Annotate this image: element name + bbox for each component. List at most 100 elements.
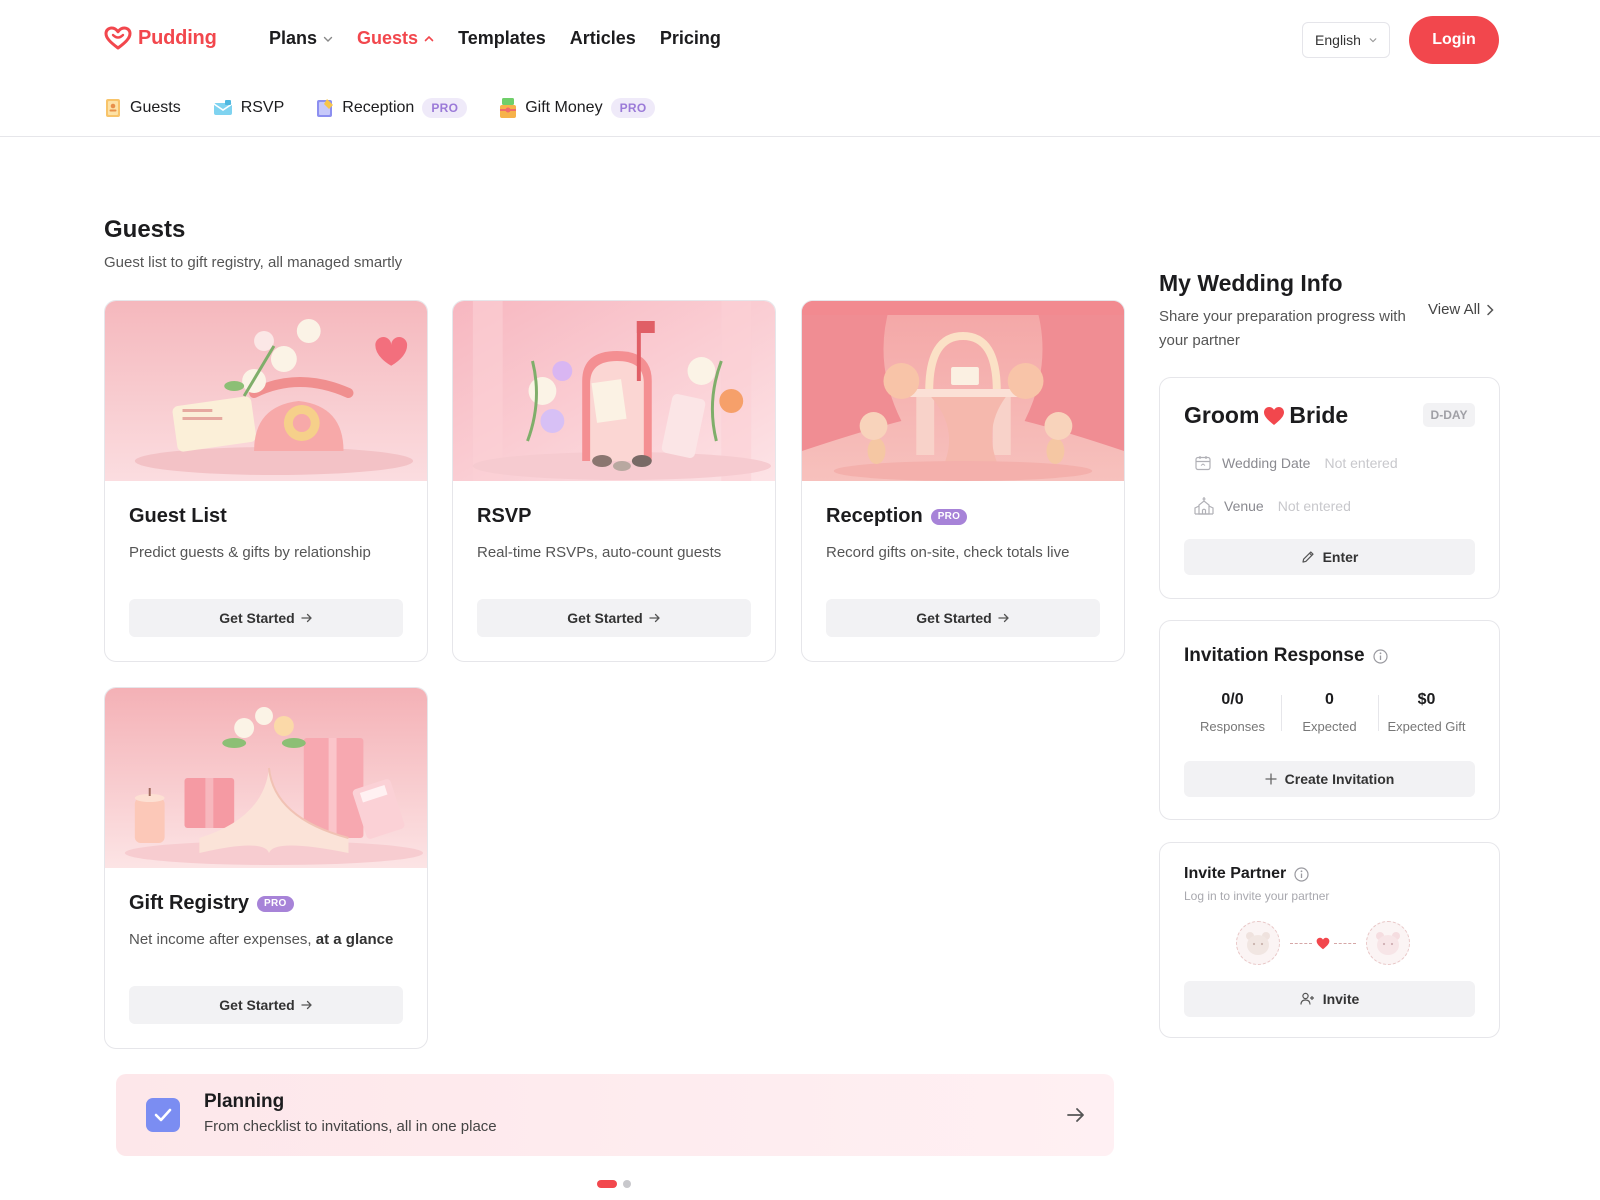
bear-face-icon [1376,932,1400,955]
subnav-item-gift-money[interactable]: Gift Money PRO [499,97,656,119]
invite-partner-panel: Invite Partner Log in to invite your par… [1159,842,1500,1038]
card-title: Guest List [129,505,403,528]
carousel-dot[interactable] [623,1180,631,1188]
connector-line [1290,942,1312,944]
carousel-dot-active[interactable] [597,1180,617,1188]
nav-item-templates[interactable]: Templates [458,28,546,49]
get-started-button[interactable]: Get Started [826,599,1100,637]
bear-face-icon [1246,932,1270,955]
sub-navigation: Guests RSVP Reception PRO Gift Money PRO [104,94,656,122]
gift-money-icon [500,98,517,118]
nav-item-label: Templates [458,28,546,48]
subnav-item-label: Guests [130,99,181,116]
nav-item-label: Articles [569,28,636,48]
chevron-right-icon [1487,304,1494,315]
card-description: Net income after expenses, at a glance [129,931,403,948]
arrow-right-icon [1067,1108,1084,1122]
nav-item-pricing[interactable]: Pricing [660,28,721,49]
brand-name: Pudding [138,26,217,49]
wedding-date-value: Not entered [1324,455,1398,471]
button-label: Get Started [219,610,295,626]
subnav-item-label: Reception [342,99,415,116]
wedding-date-row: Wedding Date Not entered [1194,454,1398,472]
chevron-down-icon [1369,38,1377,43]
calendar-icon [1195,456,1211,471]
carousel-pagination [597,1180,631,1188]
get-started-button[interactable]: Get Started [129,599,403,637]
pencil-icon [1301,551,1314,563]
nav-item-label: Pricing [659,28,721,48]
rsvp-envelope-icon [213,100,233,115]
nav-item-plans[interactable]: Plans [269,28,333,49]
panel-title-text: Invitation Response [1184,645,1365,666]
stat-value: 0 [1325,691,1334,708]
banner-subtitle: From checklist to invitations, all in on… [204,1118,497,1135]
partner-connector [1290,937,1356,950]
card-title: RSVP [477,505,751,528]
stat-label: Responses [1199,719,1266,734]
view-all-link[interactable]: View All [1428,301,1494,318]
stat-value: $0 [1417,691,1436,708]
gift-registry-card[interactable]: Gift Registry PRO Net income after expen… [104,687,428,1049]
bride-label: Bride [1289,402,1349,428]
subnav-item-label: Gift Money [525,99,603,116]
nav-item-guests[interactable]: Guests [357,28,434,49]
plus-icon [1264,773,1277,785]
subnav-item-reception[interactable]: Reception PRO [316,98,468,118]
create-invitation-button[interactable]: Create Invitation [1184,761,1475,797]
venue-value: Not entered [1277,498,1351,514]
groom-avatar [1236,921,1280,965]
arrow-right-icon [301,613,312,623]
get-started-button[interactable]: Get Started [129,986,403,1024]
invite-button[interactable]: Invite [1184,981,1475,1017]
page-title: Guests [104,216,186,243]
rsvp-card[interactable]: RSVP Real-time RSVPs, auto-count guests … [452,300,776,662]
gift-registry-illustration [105,688,427,868]
get-started-button[interactable]: Get Started [477,599,751,637]
arrow-right-icon [649,613,660,623]
card-title: Reception PRO [826,505,1100,528]
reception-card[interactable]: Reception PRO Record gifts on-site, chec… [801,300,1125,662]
rsvp-mailbox-illustration [453,301,775,481]
stat-label: Expected [1302,719,1357,734]
pro-badge: PRO [422,98,468,118]
invitation-response-panel: Invitation Response 0/0 Responses 0 Expe… [1159,620,1500,820]
groom-label: Groom [1184,402,1260,428]
heart-logo-icon [104,26,132,50]
planning-banner[interactable]: Planning From checklist to invitations, … [116,1074,1114,1156]
login-button[interactable]: Login [1409,16,1499,64]
connector-line [1334,942,1356,944]
info-icon[interactable] [1294,866,1309,882]
invite-partner-title: Invite Partner [1184,865,1309,883]
pudding-logo[interactable]: Pudding [104,26,217,50]
nav-item-articles[interactable]: Articles [570,28,636,49]
subnav-item-rsvp[interactable]: RSVP [213,99,284,117]
button-label: Get Started [567,610,643,626]
card-description: Record gifts on-site, check totals live [826,544,1070,561]
info-icon[interactable] [1372,648,1388,664]
guestbook-icon [106,99,120,117]
pro-badge: PRO [930,508,968,525]
pro-badge: PRO [610,98,656,118]
wedding-info-subtitle: Share your preparation progress with you… [1159,308,1406,349]
subnav-item-guests[interactable]: Guests [104,98,181,118]
venue-row: Venue Not entered [1194,496,1351,516]
dday-badge: D-DAY [1423,403,1475,427]
reception-stage-illustration [802,301,1124,481]
heart-icon [1316,937,1330,949]
couple-info-panel: Groom Bride D-DAY Wedding Date Not enter… [1159,377,1500,599]
guest-list-card[interactable]: Guest List Predict guests & gifts by rel… [104,300,428,662]
top-navigation-bar: Pudding Plans Guests Templates Articles … [0,0,1600,80]
pro-badge: PRO [257,895,294,912]
add-user-icon [1300,992,1314,1005]
card-description: Predict guests & gifts by relationship [129,544,371,561]
invite-partner-subtitle: Log in to invite your partner [1184,889,1330,903]
enter-button[interactable]: Enter [1184,539,1475,575]
checkbox-icon [146,1098,180,1132]
wedding-date-label: Wedding Date [1222,455,1311,471]
arrow-right-icon [998,613,1009,623]
stat-expected: 0 Expected [1281,691,1378,734]
heart-icon [1264,406,1285,425]
language-select[interactable]: English [1302,22,1390,58]
header-divider [0,136,1600,137]
